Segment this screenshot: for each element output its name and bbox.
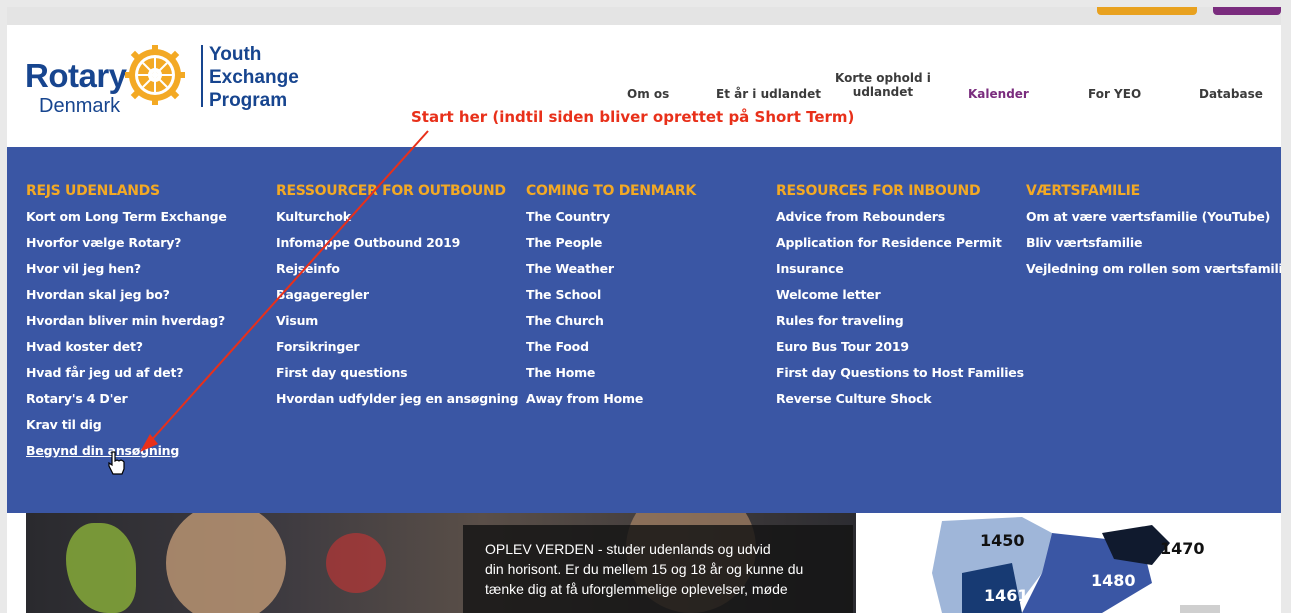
- logo-program-line: Program: [209, 90, 288, 111]
- menu-link[interactable]: Rotary's 4 D'er: [26, 391, 227, 417]
- menu-link[interactable]: The Weather: [526, 261, 696, 287]
- logo-brand: Rotary: [25, 57, 127, 94]
- nav-item-korte-ophold[interactable]: Korte ophold i udlandet: [835, 71, 931, 99]
- menu-link[interactable]: Infomappe Outbound 2019: [276, 235, 518, 261]
- nav-item-om-os[interactable]: Om os: [627, 87, 669, 101]
- menu-link[interactable]: Kulturchok: [276, 209, 518, 235]
- rotary-wheel-icon: [125, 45, 185, 105]
- menu-link[interactable]: The Home: [526, 365, 696, 391]
- menu-link[interactable]: Vejledning om rollen som værtsfamilie: [1026, 261, 1281, 287]
- menu-link[interactable]: Hvor vil jeg hen?: [26, 261, 227, 287]
- hero-caption-line: tænke dig at få uforglemmelige oplevelse…: [485, 581, 788, 597]
- menu-link[interactable]: The Food: [526, 339, 696, 365]
- page: Rotary Denmark Youth Exchange Program Om…: [7, 7, 1281, 613]
- nav-item-label-line: udlandet: [852, 85, 914, 99]
- menu-column-resources-inbound: RESOURCES FOR INBOUND Advice from Reboun…: [776, 183, 1024, 417]
- logo-program-name: Youth Exchange Program: [209, 43, 299, 112]
- logo-program-line: Exchange: [209, 67, 299, 88]
- menu-link[interactable]: The Church: [526, 313, 696, 339]
- district-label-1480[interactable]: 1480: [1091, 571, 1136, 590]
- menu-link[interactable]: Application for Residence Permit: [776, 235, 1024, 261]
- menu-link[interactable]: Hvad får jeg ud af det?: [26, 365, 227, 391]
- hero-caption-box: OPLEV VERDEN - studer udenlands og udvid…: [463, 525, 853, 613]
- menu-link[interactable]: Reverse Culture Shock: [776, 391, 1024, 417]
- logo-divider: [201, 45, 203, 107]
- district-label-1461[interactable]: 1461: [984, 586, 1029, 605]
- district-label-1450[interactable]: 1450: [980, 531, 1025, 550]
- menu-link[interactable]: The People: [526, 235, 696, 261]
- hero-image-detail: [166, 513, 286, 613]
- menu-column-coming-to-denmark: COMING TO DENMARK The Country The People…: [526, 183, 696, 417]
- menu-link[interactable]: Euro Bus Tour 2019: [776, 339, 1024, 365]
- logo-country: Denmark: [39, 95, 121, 117]
- nav-item-label-line: Korte ophold i: [835, 71, 931, 85]
- nav-item-et-aar[interactable]: Et år i udlandet: [716, 87, 821, 101]
- district-map-graphic: [932, 517, 1220, 613]
- site-logo[interactable]: Rotary Denmark Youth Exchange Program: [25, 43, 315, 123]
- menu-column-heading: RESOURCES FOR INBOUND: [776, 183, 981, 199]
- hero-caption-text: OPLEV VERDEN - studer udenlands og udvid…: [485, 539, 845, 599]
- menu-link[interactable]: Kort om Long Term Exchange: [26, 209, 227, 235]
- menu-link[interactable]: Hvordan skal jeg bo?: [26, 287, 227, 313]
- logo-program-line: Youth: [209, 44, 262, 65]
- menu-link[interactable]: Om at være værtsfamilie (YouTube): [1026, 209, 1281, 235]
- menu-link[interactable]: Hvad koster det?: [26, 339, 227, 365]
- nav-item-database[interactable]: Database: [1199, 87, 1263, 101]
- district-map[interactable]: 1450 1470 1461 1480: [902, 513, 1234, 613]
- top-strip: [7, 7, 1281, 25]
- menu-link[interactable]: Away from Home: [526, 391, 696, 417]
- nav-item-kalender[interactable]: Kalender: [968, 87, 1029, 101]
- annotation-callout: Start her (indtil siden bliver oprettet …: [411, 108, 855, 126]
- menu-link[interactable]: The School: [526, 287, 696, 313]
- menu-link[interactable]: Hvordan bliver min hverdag?: [26, 313, 227, 339]
- menu-link[interactable]: Krav til dig: [26, 417, 227, 443]
- menu-link[interactable]: Rules for traveling: [776, 313, 1024, 339]
- menu-column-vaertsfamilie: VÆRTSFAMILIE Om at være værtsfamilie (Yo…: [1026, 183, 1281, 287]
- hero-image-detail: [66, 523, 136, 613]
- menu-link[interactable]: Hvordan udfylder jeg en ansøgning: [276, 391, 518, 417]
- menu-link[interactable]: Advice from Rebounders: [776, 209, 1024, 235]
- menu-column-ressourcer-outbound: RESSOURCER FOR OUTBOUND Kulturchok Infom…: [276, 183, 518, 417]
- menu-column-heading: COMING TO DENMARK: [526, 183, 696, 199]
- menu-link[interactable]: The Country: [526, 209, 696, 235]
- hero-image: OPLEV VERDEN - studer udenlands og udvid…: [26, 513, 856, 613]
- menu-link[interactable]: Bliv værtsfamilie: [1026, 235, 1281, 261]
- hero-image-detail: [326, 533, 386, 593]
- mega-menu: REJS UDENLANDS Kort om Long Term Exchang…: [7, 147, 1281, 513]
- menu-link[interactable]: Insurance: [776, 261, 1024, 287]
- main-nav: Om os Et år i udlandet Korte ophold i ud…: [607, 67, 1281, 107]
- menu-link[interactable]: Hvorfor vælge Rotary?: [26, 235, 227, 261]
- district-label-1470[interactable]: 1470: [1160, 539, 1205, 558]
- menu-link[interactable]: First day questions: [276, 365, 518, 391]
- menu-link[interactable]: Visum: [276, 313, 518, 339]
- hero-caption-line: OPLEV VERDEN - studer udenlands og udvid: [485, 541, 771, 557]
- menu-link[interactable]: Bagageregler: [276, 287, 518, 313]
- menu-link[interactable]: Forsikringer: [276, 339, 518, 365]
- hero-caption-line: din horisont. Er du mellem 15 og 18 år o…: [485, 561, 804, 577]
- top-orange-button[interactable]: [1097, 7, 1197, 15]
- menu-column-rejs-udenlands: REJS UDENLANDS Kort om Long Term Exchang…: [26, 183, 227, 469]
- menu-link[interactable]: Rejseinfo: [276, 261, 518, 287]
- top-purple-button[interactable]: [1213, 7, 1281, 15]
- menu-link-begynd-ansoegning[interactable]: Begynd din ansøgning: [26, 443, 227, 469]
- menu-column-heading: REJS UDENLANDS: [26, 183, 160, 199]
- nav-item-for-yeo[interactable]: For YEO: [1088, 87, 1141, 101]
- menu-link[interactable]: First day Questions to Host Families: [776, 365, 1024, 391]
- menu-link[interactable]: Welcome letter: [776, 287, 1024, 313]
- menu-column-heading: RESSOURCER FOR OUTBOUND: [276, 183, 506, 199]
- menu-column-heading: VÆRTSFAMILIE: [1026, 183, 1140, 199]
